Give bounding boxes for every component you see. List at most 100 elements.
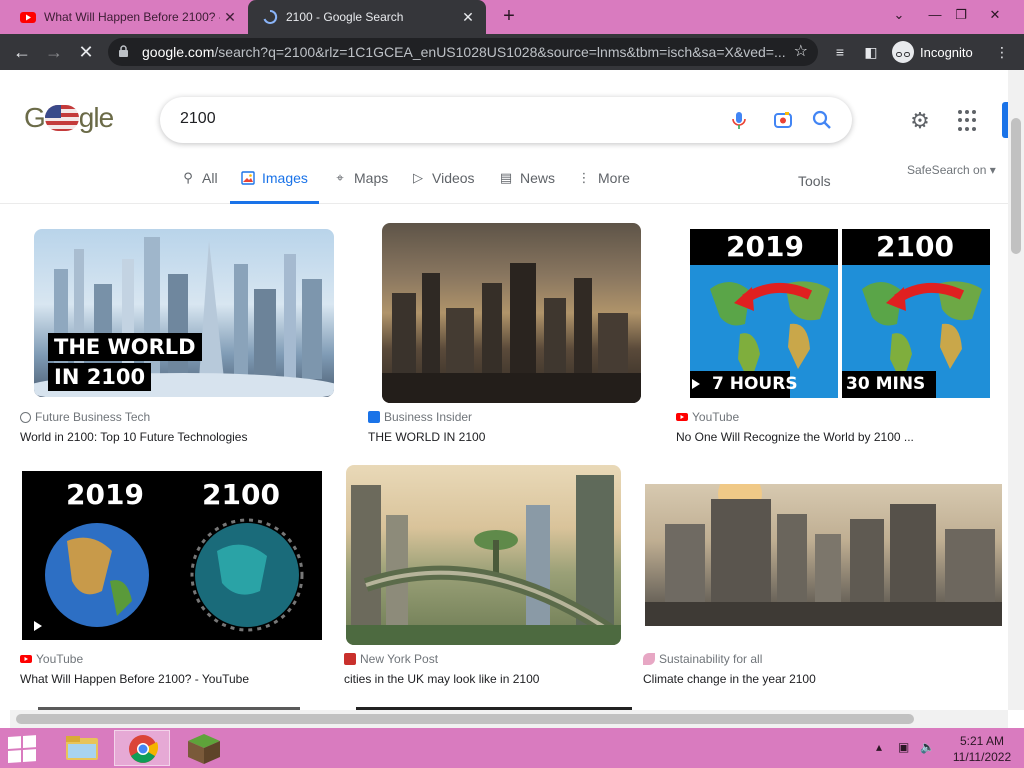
result-title[interactable]: cities in the UK may look like in 2100 [344,672,634,686]
apps-grid-icon[interactable] [958,110,980,132]
menu-icon[interactable]: ⋮ [992,42,1012,62]
bookmark-star-icon[interactable]: ☆ [794,41,808,61]
result-thumbnail[interactable]: THE WORLD IN 2100 [34,229,334,397]
minecraft-block-icon [188,734,220,764]
result-thumbnail[interactable]: 2019 2100 [22,471,322,640]
folder-icon [66,736,98,760]
image-icon [241,171,255,185]
result-title[interactable]: No One Will Recognize the World by 2100 … [676,430,996,444]
forward-button[interactable]: → [42,40,66,64]
tools-button[interactable]: Tools [798,173,831,189]
browser-toolbar: ← → ✕ google.com/search?q=2100&rlz=1C1GC… [0,34,1024,70]
result-source[interactable]: Sustainability for all [643,652,762,666]
result-title[interactable]: THE WORLD IN 2100 [368,430,658,444]
globe-icon [20,411,31,423]
vertical-scrollbar[interactable] [1008,70,1024,710]
scrollbar-thumb[interactable] [1011,118,1021,254]
result-source[interactable]: YouTube [20,652,83,666]
result-title[interactable]: Climate change in the year 2100 [643,672,993,686]
profile-label: Incognito [920,44,973,60]
result-source[interactable]: Future Business Tech [20,410,150,424]
thumbnail-caption: 30 MINS [846,374,926,394]
tab-label: Images [262,170,308,186]
url-path: /search?q=2100&rlz=1C1GCEA_enUS1028US102… [214,44,786,60]
youtube-icon [20,655,32,663]
incognito-icon [892,41,914,63]
result-thumbnail[interactable]: 2019 2100 7 HOURS 30 MINS [690,229,990,398]
news-icon: ▤ [499,170,513,185]
incognito-profile[interactable]: Incognito [892,41,973,63]
thumbnail-caption: 7 HOURS [712,374,798,394]
close-tab-icon[interactable]: ✕ [458,9,478,26]
search-input[interactable] [180,110,680,128]
close-window-button[interactable]: ✕ [978,0,1012,30]
windows-start-icon[interactable] [8,735,38,764]
address-bar[interactable]: google.com/search?q=2100&rlz=1C1GCEA_enU… [108,38,818,66]
stop-button[interactable]: ✕ [74,40,98,64]
year-label: 2100 [876,230,954,263]
gear-icon[interactable]: ⚙ [907,108,933,134]
year-label: 2019 [66,478,144,511]
media-control-icon[interactable]: ≡ [830,42,850,62]
result-source[interactable]: YouTube [676,410,739,424]
thumbnail-caption: THE WORLD [48,333,202,361]
result-thumbnail[interactable] [645,484,1002,626]
source-name: Sustainability for all [659,652,763,666]
network-icon[interactable]: ▣ [898,740,909,754]
result-title[interactable]: World in 2100: Top 10 Future Technologie… [20,430,340,444]
tab-label: News [520,170,556,186]
horizontal-scrollbar[interactable] [10,710,1008,728]
tab-title: What Will Happen Before 2100? - YouTube [44,10,220,24]
tab-search-icon[interactable]: ⌄ [882,0,916,30]
scrollbar-thumb[interactable] [16,714,914,724]
taskbar: ▴ ▣ 🔈 5:21 AM 11/11/2022 [0,728,1024,768]
ruined-city-image [382,263,641,403]
more-vert-icon: ⋮ [577,170,591,185]
result-title[interactable]: What Will Happen Before 2100? - YouTube [20,672,330,686]
close-tab-icon[interactable]: ✕ [220,9,240,26]
tab-youtube[interactable]: What Will Happen Before 2100? - YouTube … [6,0,248,34]
google-doodle-logo[interactable]: Ggle [24,102,124,138]
search-icon: ⚲ [183,170,193,185]
source-name: Future Business Tech [35,410,151,424]
tab-all[interactable]: ⚲ All [180,170,218,204]
source-name: YouTube [36,652,84,666]
url-host: google.com [142,44,215,60]
tab-maps[interactable]: ⌖ Maps [332,170,388,204]
leaf-icon [643,653,655,665]
result-thumbnail[interactable] [382,223,641,403]
tab-label: Videos [432,170,475,186]
restore-button[interactable]: ❐ [944,0,978,30]
bi-icon [368,411,380,423]
camera-icon[interactable] [772,109,794,131]
search-icon[interactable] [811,109,833,131]
tab-videos[interactable]: ▷ Videos [410,170,475,204]
mic-icon[interactable] [728,109,750,131]
map-pin-icon: ⌖ [336,170,344,185]
chrome-taskbar-button[interactable] [114,730,170,766]
back-button[interactable]: ← [10,40,34,64]
tab-google-search[interactable]: 2100 - Google Search ✕ [248,0,486,34]
safesearch-dropdown[interactable]: SafeSearch on ▾ [907,163,996,177]
new-tab-button[interactable]: + [497,6,521,28]
tab-images[interactable]: Images [230,170,319,204]
flag-icon [44,105,79,131]
result-thumbnail[interactable] [346,465,621,645]
year-label: 2100 [202,478,280,511]
result-source[interactable]: New York Post [344,652,438,666]
side-panel-icon[interactable]: ◧ [861,42,881,62]
tab-label: All [202,170,218,186]
volume-icon[interactable]: 🔈 [920,740,935,754]
source-name: Business Insider [384,410,473,424]
source-name: YouTube [692,410,740,424]
tab-label: Maps [354,170,389,186]
show-hidden-icons[interactable]: ▴ [876,740,882,754]
result-source[interactable]: Business Insider [368,410,472,424]
file-explorer-button[interactable] [54,730,110,766]
year-label: 2019 [726,230,804,263]
tab-news[interactable]: ▤ News [498,170,555,204]
tab-more[interactable]: ⋮ More [576,170,630,204]
minecraft-taskbar-button[interactable] [176,730,232,766]
system-clock[interactable]: 5:21 AM 11/11/2022 [948,733,1016,765]
nypost-icon [344,653,356,665]
